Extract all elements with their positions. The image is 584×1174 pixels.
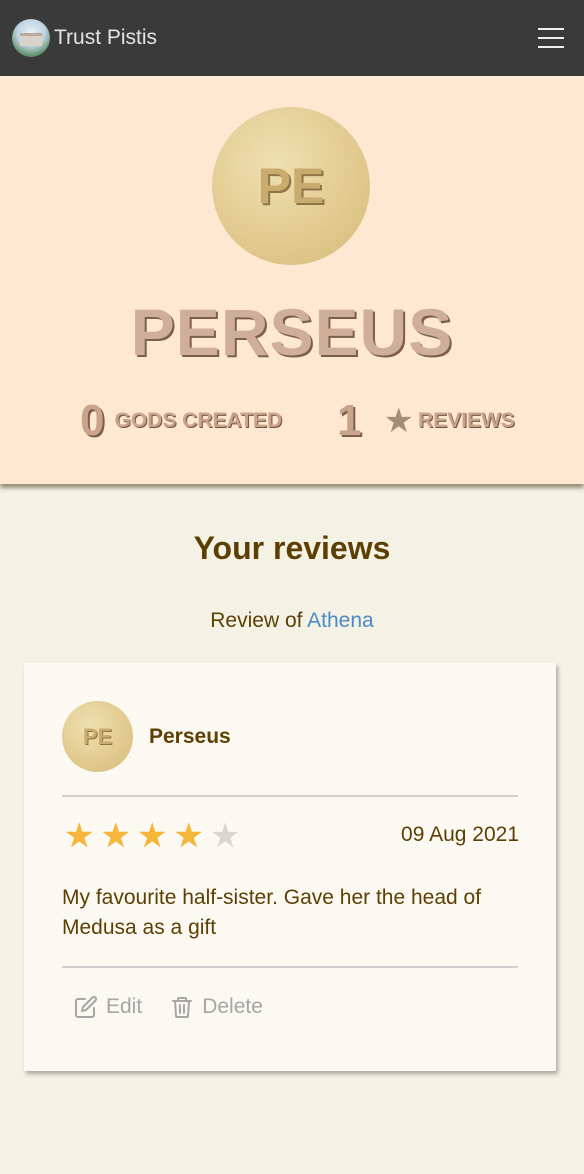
profile-header: PE PERSEUS 0 GODS CREATED 1 ★ REVIEWS [0, 76, 584, 484]
reviewer-avatar: PE [62, 701, 133, 772]
profile-avatar: PE [212, 107, 370, 265]
navbar: Trust Pistis [0, 0, 584, 76]
gods-created-count: 0 [80, 396, 105, 445]
review-text: My favourite half-sister. Gave her the h… [62, 886, 482, 939]
star-filled-icon: ★ [136, 817, 168, 855]
star-filled-icon: ★ [100, 817, 131, 855]
reviews-section-title: Your reviews [193, 530, 391, 566]
hamburger-icon[interactable] [538, 28, 564, 48]
edit-icon [75, 995, 98, 1018]
review-card: PE Perseus ★ ★ ★ ★ ★ 09 Aug 2021 My favourit… [24, 663, 556, 1071]
edit-label: Edit [106, 995, 143, 1018]
reviewed-god-link[interactable]: Athena [307, 609, 374, 632]
reviews-label: REVIEWS [417, 409, 515, 432]
brand-link[interactable]: Trust Pistis [12, 19, 157, 57]
reviews-stat: 1 ★ REVIEWS [337, 396, 515, 446]
review-of-line: Review of Athena [0, 609, 584, 633]
trash-icon [172, 997, 193, 1018]
star-empty-icon: ★ [209, 817, 241, 855]
logo-icon [12, 19, 50, 57]
edit-button[interactable]: Edit [74, 995, 142, 1019]
delete-label: Delete [202, 995, 263, 1018]
reviews-main: Your reviews Review of Athena PE Perseus… [0, 530, 584, 1071]
divider [62, 966, 518, 968]
review-date: 09 Aug 2021 [401, 823, 519, 846]
star-filled-icon: ★ [173, 817, 204, 855]
delete-button[interactable]: Delete [170, 995, 263, 1019]
brand-name: Trust Pistis [54, 26, 158, 49]
star-icon: ★ [383, 402, 414, 440]
profile-stats: 0 GODS CREATED 1 ★ REVIEWS [0, 396, 584, 456]
review-of-prefix: Review of [210, 609, 303, 632]
rating-stars: ★ ★ ★ ★ ★ [64, 816, 240, 856]
review-actions: Edit Delete [74, 995, 263, 1019]
reviewer-name: Perseus [149, 724, 231, 748]
star-filled-icon: ★ [64, 817, 95, 855]
gods-created-stat: 0 GODS CREATED [80, 396, 282, 446]
gods-created-label: GODS CREATED [114, 409, 283, 432]
profile-name: PERSEUS [130, 295, 454, 369]
divider [62, 795, 518, 797]
review-card-header: PE Perseus [62, 701, 231, 772]
reviews-count: 1 [337, 396, 362, 445]
